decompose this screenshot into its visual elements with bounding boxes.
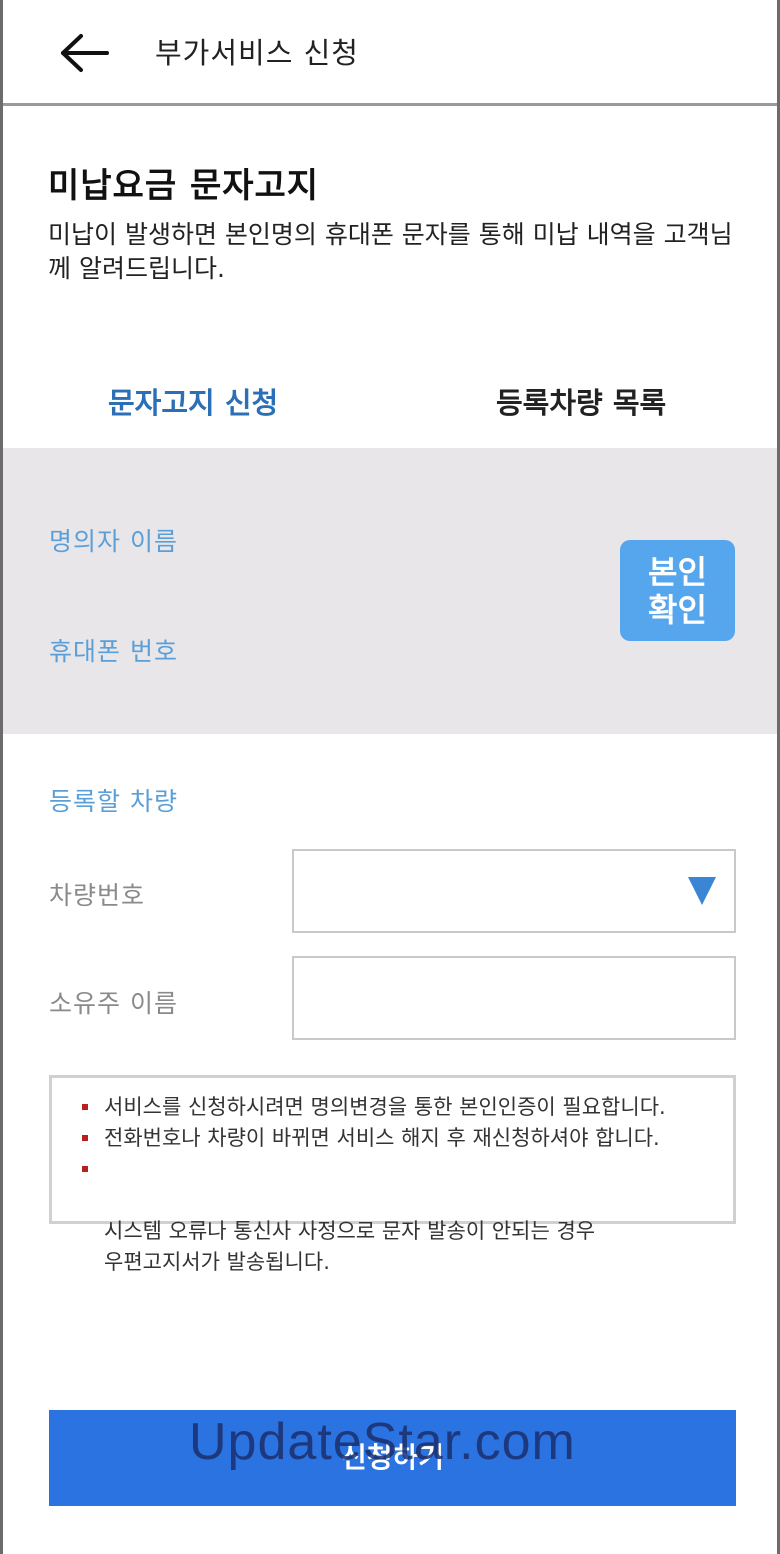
section-title: 미납요금 문자고지 xyxy=(48,166,320,206)
app-header: 부가서비스 신청 xyxy=(3,0,777,106)
notice-box: 서비스를 신청하시려면 명의변경을 통한 본인인증이 필요합니다. 전화번호나 … xyxy=(49,1075,736,1274)
bullet-icon xyxy=(82,1135,88,1141)
notice-item: 시스템 오류나 통신사 사정으로 문자 발송이 안되는 경우 우편고지서가 발송… xyxy=(82,1154,733,1278)
vehicle-section-label: 등록할 차량 xyxy=(49,787,178,816)
bullet-icon xyxy=(82,1104,88,1110)
owner-name-label: 명의자 이름 xyxy=(49,527,178,556)
section-description: 미납이 발생하면 본인명의 휴대폰 문자를 통해 미납 내역을 고객님께 알려드… xyxy=(48,220,733,283)
notice-item: 전화번호나 차량이 바뀌면 서비스 해지 후 재신청하셔야 합니다. xyxy=(82,1123,733,1154)
bullet-icon xyxy=(82,1166,88,1172)
owner-name-field[interactable] xyxy=(292,956,736,1040)
identity-verify-button[interactable]: 본인 확인 xyxy=(620,540,735,641)
notice-text: 시스템 오류나 통신사 사정으로 문자 발송이 안되는 경우 우편고지서가 발송… xyxy=(104,1219,596,1274)
plate-number-select[interactable] xyxy=(292,849,736,933)
page: 부가서비스 신청 미납요금 문자고지 미납이 발생하면 본인명의 휴대폰 문자를… xyxy=(0,0,780,1554)
notice-item: 서비스를 신청하시려면 명의변경을 통한 본인인증이 필요합니다. xyxy=(82,1092,733,1123)
watermark: UpdateStar.com xyxy=(189,1413,576,1471)
owner-name-input[interactable] xyxy=(294,958,734,1038)
owner-name-field-label: 소유주 이름 xyxy=(49,989,178,1018)
notice-text: 전화번호나 차량이 바뀌면 서비스 해지 후 재신청하셔야 합니다. xyxy=(104,1126,660,1150)
phone-number-label: 휴대폰 번호 xyxy=(49,637,178,666)
tab-registered-vehicles[interactable]: 등록차량 목록 xyxy=(496,380,666,422)
page-title: 부가서비스 신청 xyxy=(155,36,359,70)
notice-text: 서비스를 신청하시려면 명의변경을 통한 본인인증이 필요합니다. xyxy=(104,1095,666,1119)
plate-number-label: 차량번호 xyxy=(49,881,146,910)
back-arrow-icon[interactable] xyxy=(55,30,115,76)
dropdown-arrow-icon[interactable] xyxy=(688,877,716,905)
tab-sms-apply[interactable]: 문자고지 신청 xyxy=(108,380,278,422)
